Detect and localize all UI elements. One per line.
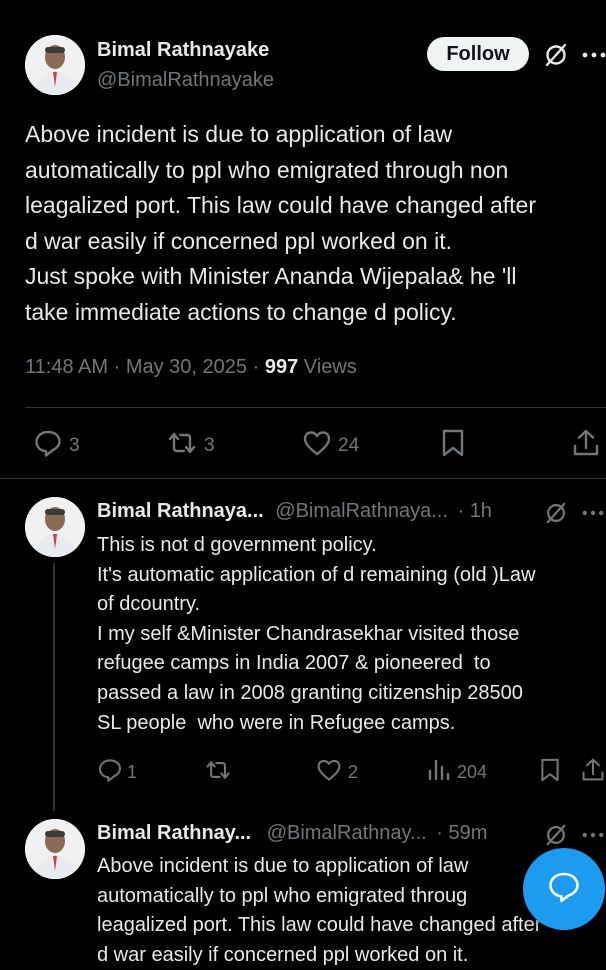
- views-button[interactable]: 204: [427, 757, 487, 788]
- like-icon: [302, 428, 332, 463]
- text-line: d war easily if concerned ppl worked on …: [97, 943, 469, 966]
- author-name[interactable]: Bimal Rathnay...: [97, 822, 251, 844]
- share-icon: [572, 428, 600, 463]
- repost-count: 3: [204, 434, 215, 456]
- text-line: leagalized port. This law could have cha…: [97, 914, 542, 937]
- like-count: 24: [338, 434, 360, 456]
- compose-icon: [546, 869, 582, 910]
- views-label: Views: [303, 356, 357, 378]
- like-count: 2: [348, 762, 359, 782]
- repost-icon: [204, 757, 232, 788]
- avatar[interactable]: [25, 497, 85, 557]
- more-icon[interactable]: [582, 52, 606, 58]
- reply-age[interactable]: 1h: [470, 500, 492, 522]
- follow-button[interactable]: Follow: [427, 37, 529, 71]
- author-name[interactable]: Bimal Rathnaya...: [97, 500, 264, 522]
- text-line: Above incident is due to application of …: [25, 121, 453, 147]
- views-count: 997: [264, 356, 299, 378]
- bookmark-icon: [539, 757, 561, 788]
- text-line: SL people who were in Refugee camps.: [97, 711, 456, 734]
- grok-icon[interactable]: [544, 501, 568, 525]
- divider: [25, 407, 606, 408]
- text-line: I my self &Minister Chandrasekhar visite…: [97, 622, 520, 645]
- reply-age[interactable]: 59m: [448, 822, 487, 844]
- repost-button[interactable]: 3: [166, 428, 215, 463]
- share-button[interactable]: [581, 757, 605, 788]
- text-line: This is not d government policy.: [97, 534, 377, 556]
- separator: ·: [457, 500, 465, 522]
- reply-icon: [97, 757, 123, 788]
- text-line: leagalized port. This law could have cha…: [25, 192, 537, 218]
- post-date[interactable]: May 30, 2025: [126, 356, 247, 378]
- text-line: refugee camps in India 2007 & pioneered …: [97, 652, 491, 675]
- grok-icon[interactable]: [544, 823, 568, 847]
- author-name[interactable]: Bimal Rathnayake: [97, 39, 269, 62]
- text-line: automatically to ppl who emigrated throu…: [25, 156, 509, 183]
- like-button[interactable]: 2: [316, 757, 358, 788]
- author-handle[interactable]: @BimalRathnayake: [97, 69, 274, 92]
- text-line: d war easily if concerned ppl worked on …: [25, 227, 452, 254]
- separator: ·: [252, 356, 260, 378]
- divider: [0, 478, 606, 479]
- more-icon[interactable]: [582, 510, 604, 516]
- text-line: passed a law in 2008 granting citizenshi…: [97, 681, 523, 704]
- reply-count: 1: [127, 762, 138, 782]
- views-icon: [427, 757, 451, 788]
- reply-icon: [33, 428, 63, 463]
- separator: ·: [436, 822, 443, 844]
- share-icon: [581, 757, 605, 788]
- avatar[interactable]: [25, 35, 85, 95]
- share-button[interactable]: [572, 428, 600, 463]
- compose-button[interactable]: [523, 848, 605, 930]
- like-icon: [316, 757, 342, 788]
- text-line: take immediate actions to change d polic…: [25, 298, 457, 325]
- reply-count: 3: [69, 434, 80, 456]
- views-count: 204: [457, 762, 488, 782]
- reply-button[interactable]: 1: [97, 757, 137, 788]
- text-line: It's automatic application of d remainin…: [97, 563, 536, 586]
- separator: ·: [113, 356, 121, 378]
- more-icon[interactable]: [582, 832, 604, 838]
- bookmark-icon: [440, 428, 466, 463]
- bookmark-button[interactable]: [440, 428, 466, 463]
- post-time[interactable]: 11:48 AM: [25, 356, 108, 378]
- bookmark-button[interactable]: [539, 757, 561, 788]
- post-meta: 11:48 AM · May 30, 2025 · 997 Views: [25, 356, 357, 379]
- avatar[interactable]: [25, 819, 85, 879]
- reply-header: Bimal Rathnaya... @BimalRathnaya... · 1h: [97, 500, 492, 523]
- repost-button[interactable]: [204, 757, 238, 788]
- reply-text: Above incident is due to application of …: [97, 852, 602, 970]
- thread-line: [53, 563, 55, 811]
- reply-header: Bimal Rathnay... @BimalRathnay... · 59m: [97, 822, 487, 845]
- grok-icon[interactable]: [543, 42, 569, 68]
- author-handle[interactable]: @BimalRathnay...: [267, 822, 427, 844]
- post-text: Above incident is due to application of …: [25, 117, 600, 330]
- author-handle[interactable]: @BimalRathnaya...: [275, 500, 448, 522]
- like-button[interactable]: 24: [302, 428, 359, 463]
- repost-icon: [166, 428, 198, 463]
- reply-text: This is not d government policy. It's au…: [97, 531, 602, 738]
- text-line: Just spoke with Minister Ananda Wijepala…: [25, 263, 517, 289]
- reply-button[interactable]: 3: [33, 428, 80, 463]
- text-line: of dcountry.: [97, 593, 201, 616]
